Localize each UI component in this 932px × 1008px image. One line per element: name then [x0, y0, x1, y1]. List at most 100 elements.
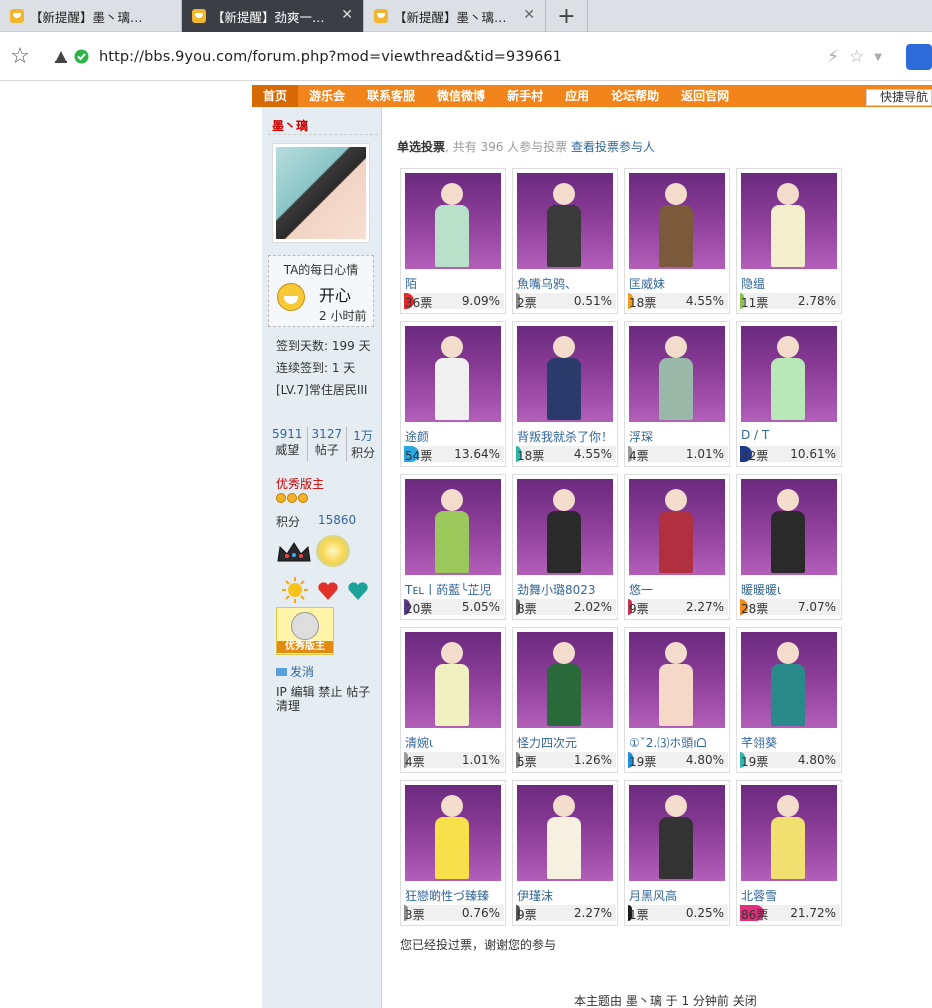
- count-prestige[interactable]: 5911 威望: [268, 427, 308, 461]
- poll-option-card[interactable]: 暖暖暖ι 28票 7.07%: [736, 474, 842, 620]
- send-message-link[interactable]: 发消: [276, 663, 314, 680]
- option-image[interactable]: [629, 326, 725, 422]
- teal-heart-icon: [348, 582, 368, 600]
- poll-option-card[interactable]: 伊瑾沫 9票 2.27%: [512, 780, 618, 926]
- admin-actions[interactable]: IP 编辑 禁止 帖子 清理: [276, 685, 376, 713]
- poll-option-card[interactable]: 隐缊 11票 2.78%: [736, 168, 842, 314]
- security-indicator[interactable]: [54, 49, 99, 64]
- option-name[interactable]: D / T: [741, 428, 841, 442]
- option-name[interactable]: 匡威妹: [629, 275, 729, 292]
- option-name[interactable]: 隐缊: [741, 275, 841, 292]
- nav-item-home[interactable]: 首页: [252, 85, 299, 107]
- option-image[interactable]: [517, 326, 613, 422]
- option-name[interactable]: 伊瑾沫: [517, 887, 617, 904]
- poll-option-card[interactable]: 芊翎葵 19票 4.80%: [736, 627, 842, 773]
- option-image[interactable]: [405, 173, 501, 269]
- option-image[interactable]: [405, 785, 501, 881]
- option-name[interactable]: 芊翎葵: [741, 734, 841, 751]
- nav-item[interactable]: 联系客服: [356, 85, 426, 107]
- quick-nav-button[interactable]: 快捷导航: [866, 89, 932, 106]
- poll-option-card[interactable]: 途颜 54票 13.64%: [400, 321, 506, 467]
- voted-message: 您已经投过票，谢谢您的参与: [400, 938, 557, 952]
- new-tab-button[interactable]: +: [546, 0, 588, 32]
- option-image[interactable]: [741, 785, 837, 881]
- option-name[interactable]: 狂戀啲性づ臻臻: [405, 887, 505, 904]
- option-image[interactable]: [405, 632, 501, 728]
- favorite-star-icon[interactable]: ☆: [849, 47, 864, 67]
- option-image[interactable]: [741, 632, 837, 728]
- option-name[interactable]: 暖暖暖ι: [741, 581, 841, 598]
- user-group[interactable]: 优秀版主: [276, 475, 324, 492]
- poll-option-card[interactable]: Tᴇʟ丨菂藍╰芷児 20票 5.05%: [400, 474, 506, 620]
- extension-icon[interactable]: [906, 44, 932, 70]
- chevron-down-icon[interactable]: ▼: [874, 52, 882, 63]
- poll-option-card[interactable]: 悠一 9票 2.27%: [624, 474, 730, 620]
- vote-percent: 2.02%: [573, 600, 612, 614]
- browser-tab[interactable]: 【新提醒】墨丶璃的帖...: [0, 0, 182, 32]
- option-name[interactable]: 背叛我就杀了你！: [517, 428, 617, 445]
- avatar[interactable]: [272, 143, 370, 243]
- nav-item[interactable]: 论坛帮助: [600, 85, 670, 107]
- poll-option-card[interactable]: 劲舞小璐8023 8票 2.02%: [512, 474, 618, 620]
- poll-option-card[interactable]: 北蓉雪 86票 21.72%: [736, 780, 842, 926]
- close-icon[interactable]: ✕: [341, 8, 353, 22]
- option-image[interactable]: [517, 785, 613, 881]
- nav-item[interactable]: 新手村: [496, 85, 554, 107]
- option-image[interactable]: [629, 632, 725, 728]
- vote-percent: 0.51%: [573, 294, 612, 308]
- option-image[interactable]: [629, 173, 725, 269]
- nav-item[interactable]: 返回官网: [670, 85, 740, 107]
- browser-tab-active[interactable]: 【新提醒】劲爽一夏，... ✕: [182, 0, 364, 32]
- option-name[interactable]: 北蓉雪: [741, 887, 841, 904]
- option-name[interactable]: 浮琛: [629, 428, 729, 445]
- option-image[interactable]: [517, 173, 613, 269]
- author-name[interactable]: 墨丶璃: [272, 117, 308, 134]
- vote-percent: 2.27%: [573, 906, 612, 920]
- address-bar-actions: ⚡ ☆ ▼: [827, 33, 932, 81]
- poll-option-card[interactable]: 怪力四次元 5票 1.26%: [512, 627, 618, 773]
- option-image[interactable]: [741, 479, 837, 575]
- option-name[interactable]: 劲舞小璐8023: [517, 581, 617, 598]
- poll-option-card[interactable]: ①ˇ2.⑶ホ頭ıᗝ 19票 4.80%: [624, 627, 730, 773]
- lightning-icon[interactable]: ⚡: [827, 47, 839, 67]
- count-posts[interactable]: 3127 帖子: [308, 427, 348, 461]
- option-image[interactable]: [405, 326, 501, 422]
- option-name[interactable]: 月黑风高: [629, 887, 729, 904]
- count-points[interactable]: 1万 积分: [347, 427, 379, 461]
- option-name[interactable]: 魚嘴乌鸦、: [517, 275, 617, 292]
- poll-option-card[interactable]: 浮琛 4票 1.01%: [624, 321, 730, 467]
- option-image[interactable]: [517, 479, 613, 575]
- option-name[interactable]: Tᴇʟ丨菂藍╰芷児: [405, 581, 505, 598]
- option-name[interactable]: ①ˇ2.⑶ホ頭ıᗝ: [629, 734, 729, 751]
- nav-item[interactable]: 游乐会: [298, 85, 356, 107]
- option-name[interactable]: 途颜: [405, 428, 505, 445]
- poll-option-card[interactable]: 月黑风高 1票 0.25%: [624, 780, 730, 926]
- rank-stars: [276, 493, 308, 503]
- option-image[interactable]: [741, 326, 837, 422]
- option-image[interactable]: [517, 632, 613, 728]
- poll-option-card[interactable]: 清婉ι 4票 1.01%: [400, 627, 506, 773]
- poll-option-card[interactable]: 魚嘴乌鸦、 2票 0.51%: [512, 168, 618, 314]
- vote-bar: 19票 4.80%: [740, 752, 840, 769]
- option-image[interactable]: [629, 785, 725, 881]
- option-name[interactable]: 陌: [405, 275, 505, 292]
- nav-item[interactable]: 微信微博: [426, 85, 496, 107]
- view-voters-link[interactable]: 查看投票参与人: [571, 140, 655, 154]
- url-text[interactable]: http://bbs.9you.com/forum.php?mod=viewth…: [99, 49, 562, 65]
- option-name[interactable]: 清婉ι: [405, 734, 505, 751]
- option-image[interactable]: [629, 479, 725, 575]
- browser-tab[interactable]: 【新提醒】墨丶璃的帖... ✕: [364, 0, 546, 32]
- poll-option-card[interactable]: 陌 36票 9.09%: [400, 168, 506, 314]
- poll-option-card[interactable]: 狂戀啲性づ臻臻 3票 0.76%: [400, 780, 506, 926]
- nav-item[interactable]: 应用: [554, 85, 600, 107]
- option-image[interactable]: [741, 173, 837, 269]
- bookmark-star-icon[interactable]: ☆: [0, 44, 40, 69]
- option-name[interactable]: 悠一: [629, 581, 729, 598]
- option-name[interactable]: 怪力四次元: [517, 734, 617, 751]
- poll-option-card[interactable]: D / T 42票 10.61%: [736, 321, 842, 467]
- moon-icon: [298, 493, 308, 503]
- poll-option-card[interactable]: 匡威妹 18票 4.55%: [624, 168, 730, 314]
- close-icon[interactable]: ✕: [523, 8, 535, 22]
- poll-option-card[interactable]: 背叛我就杀了你！ 18票 4.55%: [512, 321, 618, 467]
- option-image[interactable]: [405, 479, 501, 575]
